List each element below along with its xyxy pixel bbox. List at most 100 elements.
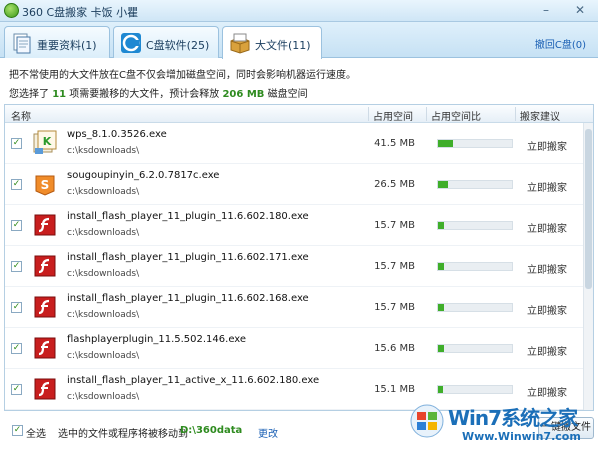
file-name: install_flash_player_11_plugin_11.6.602.… <box>67 252 309 263</box>
sogou-pinyin-icon: S <box>35 175 55 196</box>
file-path: c:\ksdownloads\ <box>67 392 140 402</box>
close-icon[interactable]: ✕ <box>571 2 589 18</box>
flash-icon <box>34 296 56 318</box>
tab-large-files[interactable]: 大文件(11) <box>222 26 322 59</box>
change-path-link[interactable]: 更改 <box>258 425 278 440</box>
watermark-title: Win7系统之家 <box>448 406 578 430</box>
minimize-icon[interactable]: – <box>537 2 555 18</box>
column-divider <box>426 107 427 121</box>
size-ratio-bar <box>437 303 513 312</box>
disk-c-icon <box>121 33 141 53</box>
file-path: c:\ksdownloads\ <box>67 269 140 279</box>
target-path: D:\360data <box>180 425 243 436</box>
tab-label: 重要资料(1) <box>37 39 97 52</box>
size-ratio-bar <box>437 180 513 189</box>
move-destination-text: 选中的文件或程序将被移动到 <box>58 429 188 440</box>
restore-c-drive-link[interactable]: 撤回C盘(0) <box>535 36 586 51</box>
tab-c-drive-software[interactable]: C盘软件(25) <box>113 26 219 58</box>
file-size: 15.1 MB <box>374 384 415 395</box>
column-divider <box>368 107 369 121</box>
watermark: Win7系统之家 Www.Winwin7.com <box>410 398 596 452</box>
size-ratio-fill <box>438 222 444 229</box>
row-checkbox[interactable]: ✓ <box>11 138 22 149</box>
svg-text:K: K <box>43 135 52 148</box>
column-header-size[interactable]: 占用空间 <box>373 108 413 123</box>
table-row[interactable]: ✓ K wps_8.1.0.3526.exe c:\ksdownloads\ 4… <box>5 123 583 164</box>
move-now-action[interactable]: 立即搬家 <box>527 384 567 399</box>
wps-installer-icon: K <box>33 130 57 154</box>
file-path: c:\ksdownloads\ <box>67 146 140 156</box>
title-bar: 360 C盘搬家 卡饭 小瞿 – ✕ <box>0 0 598 22</box>
table-row[interactable]: ✓ flashplayerplugin_11.5.502.146.exe c:\… <box>5 328 583 369</box>
row-checkbox[interactable]: ✓ <box>11 343 22 354</box>
release-size: 206 MB <box>222 89 265 100</box>
move-now-action[interactable]: 立即搬家 <box>527 302 567 317</box>
svg-text:S: S <box>41 178 50 192</box>
size-ratio-bar <box>437 344 513 353</box>
watermark-url: Www.Winwin7.com <box>462 430 581 443</box>
table-row[interactable]: ✓ install_flash_player_11_plugin_11.6.60… <box>5 205 583 246</box>
list-header: 名称 占用空间 占用空间比 搬家建议 <box>5 105 593 123</box>
row-checkbox[interactable]: ✓ <box>11 261 22 272</box>
row-checkbox[interactable]: ✓ <box>11 220 22 231</box>
move-now-action[interactable]: 立即搬家 <box>527 261 567 276</box>
row-checkbox[interactable]: ✓ <box>11 179 22 190</box>
tab-important-data[interactable]: 重要资料(1) <box>4 26 110 58</box>
file-name: install_flash_player_11_active_x_11.6.60… <box>67 375 320 386</box>
description-text: 把不常使用的大文件放在C盘不仅会增加磁盘空间，同时会影响机器运行速度。 <box>9 70 356 81</box>
size-ratio-fill <box>438 386 444 393</box>
move-now-action[interactable]: 立即搬家 <box>527 220 567 235</box>
flash-icon <box>34 255 56 277</box>
file-size: 15.7 MB <box>374 261 415 272</box>
file-path: c:\ksdownloads\ <box>67 351 140 361</box>
tab-label: 大文件(11) <box>255 39 311 52</box>
size-ratio-bar <box>437 221 513 230</box>
box-icon <box>230 33 250 54</box>
column-header-name[interactable]: 名称 <box>11 108 31 123</box>
select-all-checkbox[interactable]: ✓ <box>12 425 23 436</box>
file-size: 26.5 MB <box>374 179 415 190</box>
size-ratio-bar <box>437 262 513 271</box>
summary-text: 您选择了 11 项需要搬移的大文件，预计会释放 206 MB 磁盘空间 <box>9 89 308 100</box>
file-size: 15.7 MB <box>374 220 415 231</box>
size-ratio-fill <box>438 140 453 147</box>
file-path: c:\ksdownloads\ <box>67 228 140 238</box>
table-row[interactable]: ✓ install_flash_player_11_plugin_11.6.60… <box>5 246 583 287</box>
move-now-action[interactable]: 立即搬家 <box>527 138 567 153</box>
tab-label: C盘软件(25) <box>146 39 210 52</box>
file-name: install_flash_player_11_plugin_11.6.602.… <box>67 293 309 304</box>
move-now-action[interactable]: 立即搬家 <box>527 179 567 194</box>
file-list: 名称 占用空间 占用空间比 搬家建议 ✓ K wps_8.1.0.3526.ex… <box>4 104 594 411</box>
select-all-label[interactable]: 全选 <box>26 425 46 440</box>
vertical-scrollbar[interactable] <box>583 123 593 410</box>
scrollbar-thumb[interactable] <box>585 129 592 289</box>
file-size: 15.7 MB <box>374 302 415 313</box>
tab-bar: 重要资料(1) C盘软件(25) 大文件(11) 撤回C盘(0) <box>0 22 598 59</box>
window-title: 360 C盘搬家 卡饭 小瞿 <box>22 6 139 19</box>
file-rows: ✓ K wps_8.1.0.3526.exe c:\ksdownloads\ 4… <box>5 123 583 410</box>
file-name: wps_8.1.0.3526.exe <box>67 129 167 140</box>
app-logo-icon <box>4 3 19 18</box>
file-size: 41.5 MB <box>374 138 415 149</box>
size-ratio-bar <box>437 385 513 394</box>
size-ratio-fill <box>438 304 444 311</box>
column-header-suggestion[interactable]: 搬家建议 <box>520 108 560 123</box>
size-ratio-bar <box>437 139 513 148</box>
documents-icon <box>13 33 31 54</box>
windows-logo-icon <box>410 404 444 438</box>
table-row[interactable]: ✓ install_flash_player_11_plugin_11.6.60… <box>5 287 583 328</box>
file-name: flashplayerplugin_11.5.502.146.exe <box>67 334 247 345</box>
size-ratio-fill <box>438 263 444 270</box>
size-ratio-fill <box>438 345 444 352</box>
row-checkbox[interactable]: ✓ <box>11 302 22 313</box>
size-ratio-fill <box>438 181 448 188</box>
column-divider <box>515 107 516 121</box>
file-name: sougoupinyin_6.2.0.7817c.exe <box>67 170 220 181</box>
column-header-ratio[interactable]: 占用空间比 <box>431 108 481 123</box>
flash-icon <box>34 337 56 359</box>
row-checkbox[interactable]: ✓ <box>11 384 22 395</box>
flash-icon <box>34 378 56 400</box>
move-now-action[interactable]: 立即搬家 <box>527 343 567 358</box>
selected-count: 11 <box>52 89 67 100</box>
table-row[interactable]: ✓ S sougoupinyin_6.2.0.7817c.exe c:\ksdo… <box>5 164 583 205</box>
